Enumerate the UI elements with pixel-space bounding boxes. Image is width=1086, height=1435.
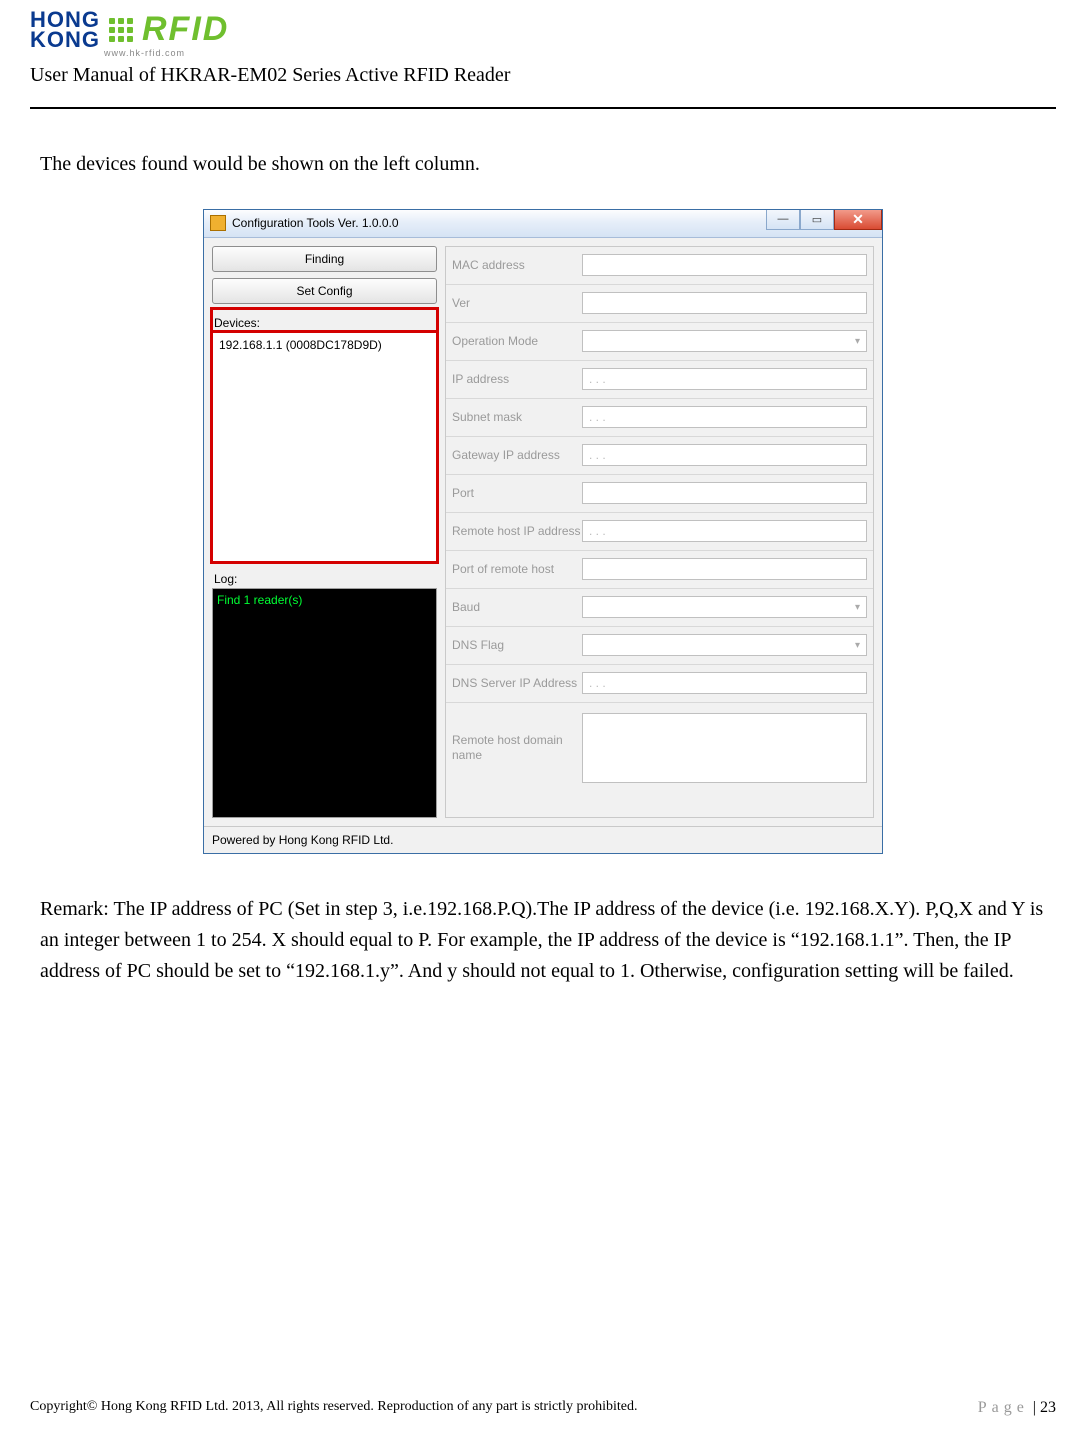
config-row: IP address. . .: [446, 361, 873, 399]
footer-page-label: Page: [978, 1399, 1029, 1416]
config-row: DNS Server IP Address. . .: [446, 665, 873, 703]
config-row: Port: [446, 475, 873, 513]
config-row: Subnet mask. . .: [446, 399, 873, 437]
header-rule: [30, 107, 1056, 109]
finding-button[interactable]: Finding: [212, 246, 437, 272]
statusbar: Powered by Hong Kong RFID Ltd.: [204, 826, 882, 853]
footer-copyright: Copyright© Hong Kong RFID Ltd. 2013, All…: [30, 1399, 638, 1417]
config-label: MAC address: [452, 258, 582, 272]
logo-dots-icon: [106, 15, 136, 45]
config-label: Remote host IP address: [452, 524, 582, 538]
config-input[interactable]: . . .: [582, 368, 867, 390]
chevron-down-icon: ▾: [855, 640, 860, 651]
log-console: Find 1 reader(s): [212, 588, 437, 818]
config-input[interactable]: [582, 482, 867, 504]
footer-page: Page | 23: [978, 1399, 1056, 1417]
config-panel: MAC address Ver Operation Mode ▾ IP address.…: [445, 246, 874, 818]
config-row: Remote host domain name: [446, 703, 873, 793]
logo-url: www.hk-rfid.com: [104, 48, 1056, 58]
config-row: Gateway IP address. . .: [446, 437, 873, 475]
config-label: Port of remote host: [452, 562, 582, 576]
config-row: Operation Mode ▾: [446, 323, 873, 361]
chevron-down-icon: ▾: [855, 336, 860, 347]
window-titlebar: Configuration Tools Ver. 1.0.0.0 — ▭ ✕: [204, 210, 882, 238]
config-label: Port: [452, 486, 582, 500]
logo-kong: KONG: [30, 30, 100, 50]
set-config-button[interactable]: Set Config: [212, 278, 437, 304]
config-label: Operation Mode: [452, 334, 582, 348]
config-input[interactable]: . . .: [582, 406, 867, 428]
config-label: Gateway IP address: [452, 448, 582, 462]
config-row: MAC address: [446, 247, 873, 285]
config-dropdown[interactable]: ▾: [582, 634, 867, 656]
config-row: Port of remote host: [446, 551, 873, 589]
config-input[interactable]: [582, 292, 867, 314]
maximize-button[interactable]: ▭: [800, 210, 834, 230]
log-line: Find 1 reader(s): [217, 593, 432, 607]
config-row: DNS Flag ▾: [446, 627, 873, 665]
config-label: Remote host domain name: [452, 733, 582, 762]
log-label: Log:: [214, 572, 437, 586]
config-label: Ver: [452, 296, 582, 310]
config-textarea[interactable]: [582, 713, 867, 783]
logo-rfid: RFID: [142, 10, 229, 49]
config-label: Subnet mask: [452, 410, 582, 424]
config-row: Ver: [446, 285, 873, 323]
device-item[interactable]: 192.168.1.1 (0008DC178D9D): [217, 337, 432, 353]
config-dropdown[interactable]: ▾: [582, 596, 867, 618]
devices-list[interactable]: 192.168.1.1 (0008DC178D9D): [212, 332, 437, 562]
document-title: User Manual of HKRAR-EM02 Series Active …: [30, 64, 1056, 87]
chevron-down-icon: ▾: [855, 602, 860, 613]
config-input[interactable]: [582, 254, 867, 276]
config-label: IP address: [452, 372, 582, 386]
config-label: DNS Server IP Address: [452, 676, 582, 690]
config-tool-window: Configuration Tools Ver. 1.0.0.0 — ▭ ✕ F…: [203, 209, 883, 854]
config-input[interactable]: . . .: [582, 444, 867, 466]
config-row: Baud ▾: [446, 589, 873, 627]
app-icon: [210, 215, 226, 231]
config-input[interactable]: . . .: [582, 520, 867, 542]
config-label: Baud: [452, 600, 582, 614]
config-label: DNS Flag: [452, 638, 582, 652]
config-input[interactable]: [582, 558, 867, 580]
close-button[interactable]: ✕: [834, 210, 882, 230]
config-input[interactable]: . . .: [582, 672, 867, 694]
minimize-button[interactable]: —: [766, 210, 800, 230]
window-title: Configuration Tools Ver. 1.0.0.0: [232, 216, 399, 230]
config-dropdown[interactable]: ▾: [582, 330, 867, 352]
config-row: Remote host IP address. . .: [446, 513, 873, 551]
intro-text: The devices found would be shown on the …: [40, 149, 1046, 179]
logo: HONG KONG RFID: [30, 10, 1056, 50]
remark-text: Remark: The IP address of PC (Set in ste…: [40, 894, 1046, 987]
